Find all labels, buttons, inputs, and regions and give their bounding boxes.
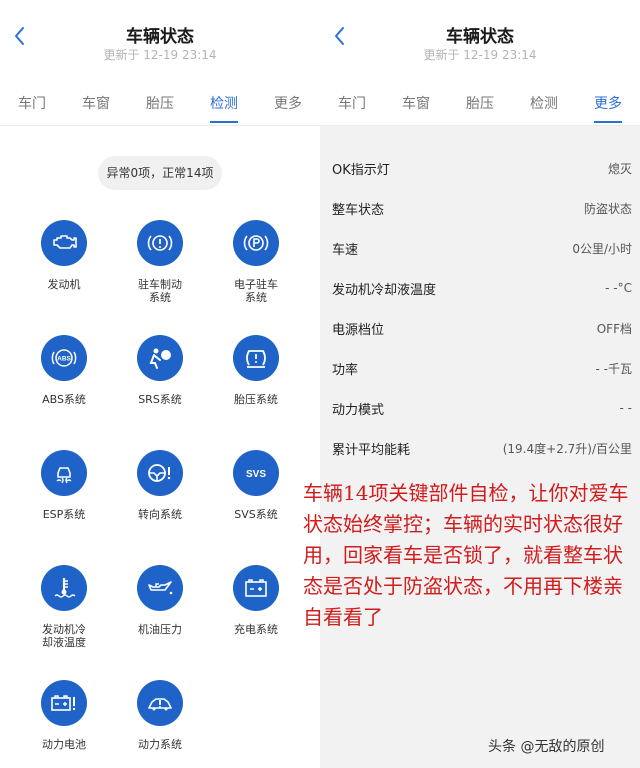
row-value: (19.4度+2.7升)/百公里 [502,441,632,456]
row-value: - -°C [605,281,632,295]
coolant-temperature-icon [41,565,87,611]
tab-label: 更多 [594,96,622,112]
system-label: 电子驻车 系统 [234,278,278,304]
tab-detection[interactable]: 检测 [192,90,256,126]
row-label: 动力模式 [332,402,385,418]
system-label: 发动机 [47,278,81,291]
tab-tire-pressure[interactable]: 胎压 [128,90,192,126]
row-value: - -千瓦 [595,361,632,376]
system-label: 机油压力 [138,623,182,636]
engine-icon [41,220,87,266]
status-row-power-gear: 电源档位 OFF档 [332,308,632,348]
system-label: 胎压系统 [234,393,278,406]
status-row-speed: 车速 0公里/小时 [332,228,632,268]
esp-icon [41,450,87,496]
svs-icon: SVS [233,450,279,496]
system-item-powertrain[interactable]: 动力系统 [115,680,205,751]
system-item-engine[interactable]: 发动机 [19,220,109,291]
system-item-steering[interactable]: 转向系统 [115,450,205,521]
system-label: 充电系统 [234,623,278,636]
tire-pressure-icon [233,335,279,381]
check-summary-badge: 异常0项，正常14项 [98,156,222,190]
row-value: 0公里/小时 [572,241,632,256]
status-row-avg-consumption: 累计平均能耗 (19.4度+2.7升)/百公里 [332,428,632,468]
page-title: 车辆状态 [446,27,514,47]
annotation-text: 车辆14项关键部件自检，让你对爱车状态始终掌控；车辆的实时状态很好用，回家看车是… [303,481,629,629]
row-label: 整车状态 [332,202,385,218]
row-value: OFF档 [596,321,632,336]
system-label: SRS系统 [138,393,182,406]
active-tab-indicator [210,121,238,123]
tab-bar: 车门 车窗 胎压 检测 更多 [320,90,640,126]
row-value: - - [619,401,632,415]
status-row-ok-indicator: OK指示灯 熄灭 [332,148,632,188]
update-time: 更新于 12-19 23:14 [103,48,217,62]
header: 车辆状态 更新于 12-19 23:14 [320,0,640,80]
system-item-charging[interactable]: 充电系统 [211,565,301,636]
tab-more[interactable]: 更多 [576,90,640,126]
header: 车辆状态 更新于 12-19 23:14 [0,0,320,80]
system-label: 动力电池 [42,738,86,751]
system-item-oil-pressure[interactable]: 机油压力 [115,565,205,636]
status-row-vehicle-state: 整车状态 防盗状态 [332,188,632,228]
system-item-power-battery[interactable]: 动力电池 [19,680,109,751]
tab-detection[interactable]: 检测 [512,90,576,126]
system-item-esp[interactable]: ESP系统 [19,450,109,521]
system-item-parking-brake[interactable]: 驻车制动 系统 [115,220,205,304]
battery-charging-icon [233,565,279,611]
row-label: 电源档位 [332,322,385,338]
status-row-power: 功率 - -千瓦 [332,348,632,388]
system-item-abs[interactable]: ABS ABS系统 [19,335,109,406]
system-label: 驻车制动 系统 [138,278,182,304]
row-label: 发动机冷却液温度 [332,282,437,298]
status-pane-detection: 车辆状态 更新于 12-19 23:14 车门 车窗 胎压 检测 更多 异常0项… [0,0,320,768]
steering-warning-icon [137,450,183,496]
svg-text:ABS: ABS [57,356,71,363]
status-row-drive-mode: 动力模式 - - [332,388,632,428]
system-label: ESP系统 [42,508,86,521]
power-battery-icon [41,680,87,726]
powertrain-icon [137,680,183,726]
parking-brake-icon [137,220,183,266]
tab-windows[interactable]: 车窗 [384,90,448,126]
active-tab-indicator [594,121,622,123]
system-item-svs[interactable]: SVS SVS系统 [211,450,301,521]
tab-label: 检测 [210,96,238,112]
page-title: 车辆状态 [126,27,194,47]
electronic-parking-icon [233,220,279,266]
row-value: 熄灭 [607,161,632,176]
watermark: 头条 @无敌的原创 [488,739,605,755]
system-label: 动力系统 [138,738,182,751]
status-pane-more: 车辆状态 更新于 12-19 23:14 车门 车窗 胎压 检测 更多 OK指示… [320,0,640,768]
system-label: 转向系统 [138,508,182,521]
row-label: OK指示灯 [332,162,390,178]
tab-windows[interactable]: 车窗 [64,90,128,126]
row-label: 累计平均能耗 [332,442,411,458]
row-value: 防盗状态 [583,201,632,216]
system-label: 发动机冷 却液温度 [42,623,86,649]
airbag-icon [137,335,183,381]
row-label: 功率 [332,362,359,378]
tab-tire-pressure[interactable]: 胎压 [448,90,512,126]
system-item-tire-pressure[interactable]: 胎压系统 [211,335,301,406]
abs-icon: ABS [41,335,87,381]
tab-more[interactable]: 更多 [256,90,320,126]
row-label: 车速 [332,242,359,258]
system-item-electronic-parking[interactable]: 电子驻车 系统 [211,220,301,304]
oil-pressure-icon [137,565,183,611]
system-label: ABS系统 [42,393,86,406]
system-item-srs[interactable]: SRS系统 [115,335,205,406]
system-item-coolant[interactable]: 发动机冷 却液温度 [19,565,109,649]
system-label: SVS系统 [234,508,278,521]
status-row-coolant-temp: 发动机冷却液温度 - -°C [332,268,632,308]
tab-bar: 车门 车窗 胎压 检测 更多 [0,90,320,126]
tab-doors[interactable]: 车门 [0,90,64,126]
svg-text:SVS: SVS [246,469,266,480]
update-time: 更新于 12-19 23:14 [423,48,537,62]
tab-doors[interactable]: 车门 [320,90,384,126]
